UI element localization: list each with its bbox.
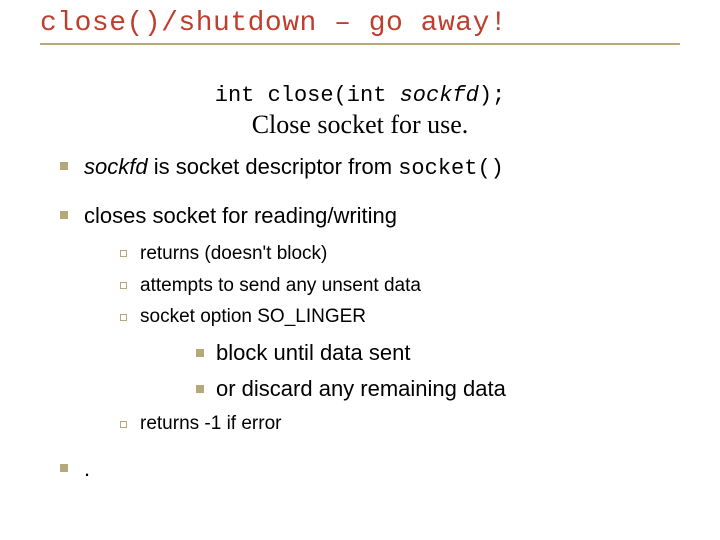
title-container: close()/shutdown – go away! bbox=[40, 8, 680, 45]
bullet2-text: closes socket for reading/writing bbox=[84, 203, 397, 228]
bullet1-mid: is socket descriptor from bbox=[148, 154, 399, 179]
bullet1-arg: sockfd bbox=[84, 154, 148, 179]
list-item: sockfd is socket descriptor from socket(… bbox=[54, 150, 670, 185]
code-suffix: ); bbox=[479, 83, 505, 108]
sub-sub-text: or discard any remaining data bbox=[216, 376, 506, 401]
sub-text: returns -1 if error bbox=[140, 413, 281, 434]
list-item: or discard any remaining data bbox=[192, 373, 670, 405]
slide-title: close()/shutdown – go away! bbox=[40, 8, 680, 39]
code-signature: int close(int sockfd); bbox=[50, 83, 670, 108]
bullet-list-level2: returns (doesn't block) attempts to send… bbox=[116, 240, 670, 438]
slide-body: int close(int sockfd); Close socket for … bbox=[50, 83, 670, 485]
sub-text: returns (doesn't block) bbox=[140, 243, 327, 264]
list-item: block until data sent bbox=[192, 337, 670, 369]
code-prefix: int close(int bbox=[215, 83, 400, 108]
list-item: socket option SO_LINGER block until data… bbox=[116, 303, 670, 404]
sub-sub-text: block until data sent bbox=[216, 340, 410, 365]
list-item: returns -1 if error bbox=[116, 410, 670, 438]
list-item: attempts to send any unsent data bbox=[116, 272, 670, 300]
bullet1-mono: socket() bbox=[398, 156, 504, 181]
subheading: Close socket for use. bbox=[50, 110, 670, 140]
sub-text: socket option SO_LINGER bbox=[140, 306, 366, 327]
list-item: closes socket for reading/writing return… bbox=[54, 199, 670, 438]
code-arg: sockfd bbox=[400, 83, 479, 108]
bullet-list-level1: sockfd is socket descriptor from socket(… bbox=[54, 150, 670, 485]
bullet3-text: . bbox=[84, 456, 90, 481]
list-item: . bbox=[54, 452, 670, 485]
list-item: returns (doesn't block) bbox=[116, 240, 670, 268]
bullet-list-level3: block until data sent or discard any rem… bbox=[192, 337, 670, 405]
sub-text: attempts to send any unsent data bbox=[140, 275, 421, 296]
slide: close()/shutdown – go away! int close(in… bbox=[0, 8, 720, 540]
